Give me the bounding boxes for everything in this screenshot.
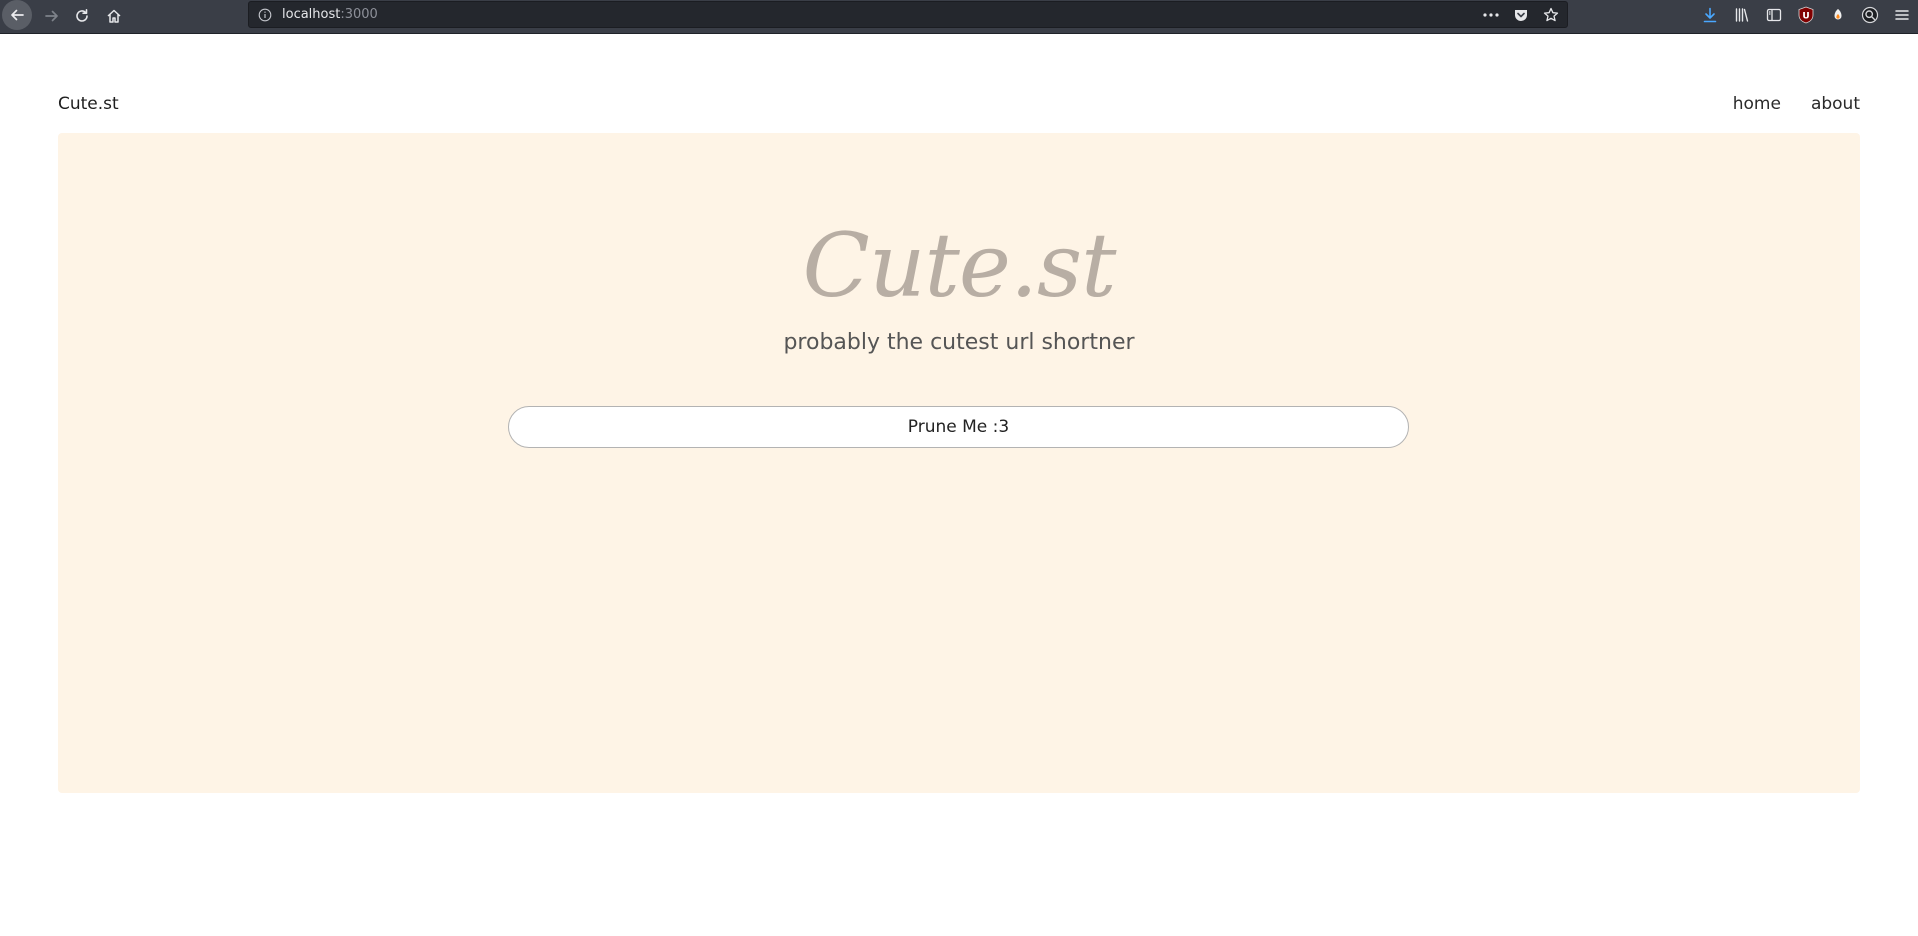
more-dots-icon[interactable]	[1481, 5, 1501, 25]
reload-button[interactable]	[66, 1, 98, 31]
download-icon[interactable]	[1694, 2, 1726, 28]
site-nav: home about	[1733, 92, 1860, 116]
home-icon	[107, 9, 121, 23]
toolbar-icons: U	[1694, 2, 1918, 28]
browser-toolbar: localhost:3000 U	[0, 0, 1918, 34]
prune-button[interactable]: Prune Me :3	[508, 406, 1409, 448]
hamburger-menu-icon[interactable]	[1886, 2, 1918, 28]
library-icon[interactable]	[1726, 2, 1758, 28]
nav-link-about[interactable]: about	[1811, 92, 1860, 116]
ublock-label: U	[1802, 12, 1809, 22]
url-text[interactable]: localhost:3000	[282, 7, 378, 23]
url-actions	[1481, 5, 1561, 25]
site-header: Cute.st home about	[58, 92, 1860, 122]
url-port: :3000	[340, 7, 378, 22]
nav-link-home[interactable]: home	[1733, 92, 1781, 116]
brand-link[interactable]: Cute.st	[58, 92, 119, 116]
info-icon[interactable]	[257, 7, 273, 23]
back-button[interactable]	[2, 0, 32, 30]
sidebar-icon[interactable]	[1758, 2, 1790, 28]
hero-section: Cute.st probably the cutest url shortner…	[58, 133, 1860, 793]
forward-arrow-icon	[45, 10, 58, 22]
back-arrow-icon	[11, 9, 24, 21]
hero-subtitle: probably the cutest url shortner	[783, 330, 1135, 355]
reload-icon	[76, 9, 88, 22]
account-icon[interactable]	[1854, 2, 1886, 28]
hero-title: Cute.st	[802, 214, 1117, 317]
extension-icon[interactable]	[1822, 2, 1854, 28]
pocket-icon[interactable]	[1511, 5, 1531, 25]
home-button[interactable]	[98, 1, 130, 31]
star-icon[interactable]	[1541, 5, 1561, 25]
forward-button[interactable]	[36, 1, 68, 31]
url-bar[interactable]: localhost:3000	[248, 1, 1568, 28]
ublock-icon[interactable]: U	[1790, 2, 1822, 28]
url-host: localhost	[282, 7, 341, 22]
